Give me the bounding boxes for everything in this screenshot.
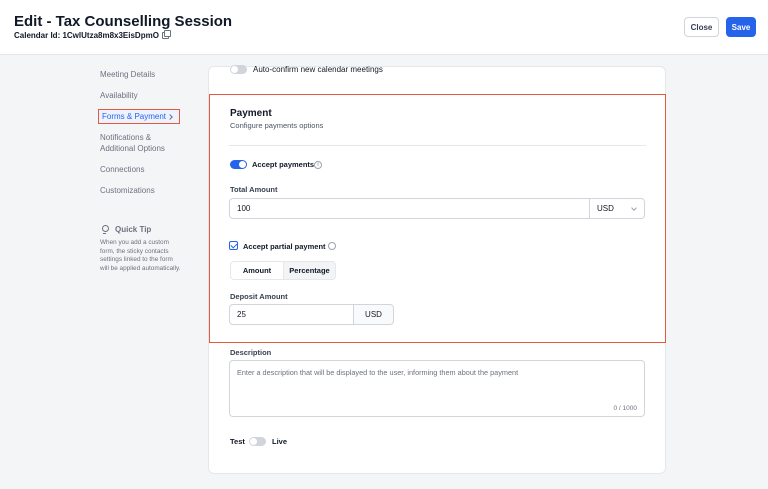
info-icon[interactable] bbox=[328, 242, 336, 250]
quick-tip-body: When you add a custom form, the sticky c… bbox=[100, 239, 181, 272]
deposit-amount-input[interactable]: 25 bbox=[229, 304, 354, 325]
tab-percentage[interactable]: Percentage bbox=[283, 261, 336, 280]
currency-value: USD bbox=[597, 204, 614, 213]
deposit-amount-label: Deposit Amount bbox=[230, 292, 288, 301]
nav-item-availability[interactable]: Availability bbox=[100, 91, 138, 101]
nav-item-meeting-details[interactable]: Meeting Details bbox=[100, 70, 155, 80]
page-title: Edit - Tax Counselling Session bbox=[14, 13, 233, 30]
total-amount-input[interactable]: 100 bbox=[229, 198, 590, 219]
test-label: Test bbox=[230, 437, 245, 446]
accept-partial-label: Accept partial payment bbox=[243, 242, 326, 251]
save-button[interactable]: Save bbox=[726, 17, 756, 37]
live-label: Live bbox=[272, 437, 288, 446]
divider bbox=[229, 145, 646, 146]
nav-item-notifications[interactable]: Notifications & bbox=[100, 133, 151, 143]
test-live-toggle[interactable] bbox=[249, 437, 266, 446]
auto-confirm-toggle[interactable] bbox=[230, 65, 247, 74]
quick-tip-heading: Quick Tip bbox=[100, 224, 151, 234]
nav-item-forms-payment[interactable]: Forms & Payment bbox=[98, 109, 180, 124]
nav-item-connections[interactable]: Connections bbox=[100, 165, 144, 175]
payment-subtitle: Configure payments options bbox=[230, 121, 324, 130]
currency-select[interactable]: USD bbox=[589, 198, 645, 219]
chevron-down-icon bbox=[631, 205, 637, 211]
accept-partial-checkbox[interactable] bbox=[229, 241, 238, 250]
description-textarea[interactable]: Enter a description that will be display… bbox=[229, 360, 645, 417]
tab-amount[interactable]: Amount bbox=[230, 261, 284, 280]
nav-item-additional-options[interactable]: Additional Options bbox=[100, 144, 165, 154]
close-button[interactable]: Close bbox=[684, 17, 719, 37]
payment-title: Payment bbox=[230, 108, 272, 119]
nav-item-forms-payment-label: Forms & Payment bbox=[102, 111, 167, 121]
description-label: Description bbox=[230, 348, 272, 357]
accept-payments-label: Accept payments bbox=[252, 160, 315, 169]
deposit-unit: USD bbox=[353, 304, 394, 325]
chevron-right-icon bbox=[167, 113, 173, 120]
calendar-id: Calendar Id: 1CwlUtza8m8x3EisDpmO bbox=[14, 30, 171, 40]
quick-tip-title: Quick Tip bbox=[115, 224, 152, 234]
total-amount-label: Total Amount bbox=[230, 185, 278, 194]
info-icon[interactable]: i bbox=[314, 161, 322, 169]
copy-icon[interactable] bbox=[161, 30, 171, 39]
header: Edit - Tax Counselling Session Calendar … bbox=[0, 0, 768, 55]
description-placeholder: Enter a description that will be display… bbox=[237, 368, 519, 377]
lightbulb-icon bbox=[100, 224, 110, 234]
auto-confirm-label: Auto-confirm new calendar meetings bbox=[253, 65, 383, 74]
accept-payments-toggle[interactable] bbox=[230, 160, 247, 169]
character-count: 0 / 1000 bbox=[613, 405, 638, 412]
nav-item-customizations[interactable]: Customizations bbox=[100, 186, 155, 196]
calendar-id-text: Calendar Id: 1CwlUtza8m8x3EisDpmO bbox=[14, 31, 159, 40]
